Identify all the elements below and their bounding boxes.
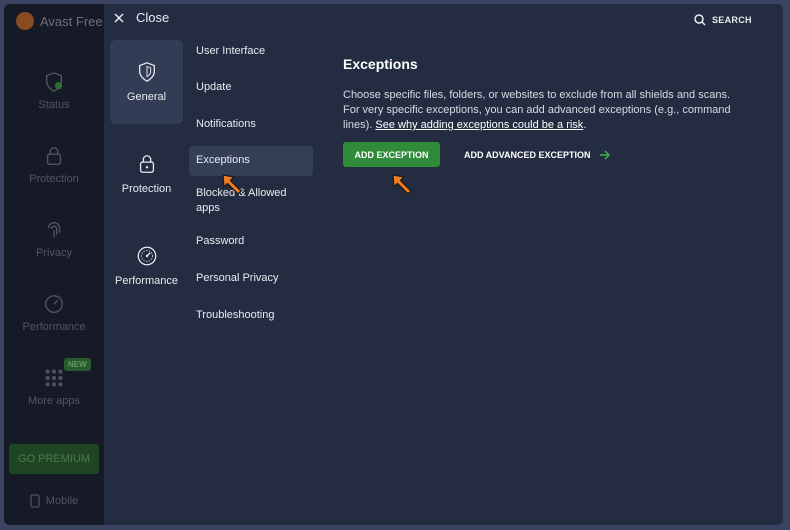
go-premium-button: GO PREMIUM <box>9 444 99 474</box>
background-sidebar: Avast Free A Status Protection Privacy P… <box>4 4 114 525</box>
category-label: Performance <box>115 275 178 287</box>
settings-categories: General Protection Performance <box>110 40 183 316</box>
search-label: SEARCH <box>712 15 752 25</box>
close-icon <box>114 12 124 23</box>
bg-mobile-item: Mobile <box>4 494 104 508</box>
new-badge: NEW <box>64 358 91 371</box>
subnav-user-interface[interactable]: User Interface <box>189 36 313 66</box>
subnav-password[interactable]: Password <box>189 227 313 257</box>
mobile-label: Mobile <box>45 495 79 507</box>
grid-icon <box>45 369 63 387</box>
bg-nav-protection: Protection <box>4 128 104 202</box>
advanced-exception-label: ADD ADVANCED EXCEPTION <box>464 149 591 160</box>
arrow-right-icon <box>599 149 610 160</box>
speedometer-icon <box>45 295 63 313</box>
app-window: Avast Free A Status Protection Privacy P… <box>4 4 783 525</box>
background-nav: Status Protection Privacy Performance NE… <box>4 54 104 424</box>
bg-nav-label: Performance <box>22 321 86 333</box>
exception-actions: ADD EXCEPTION ADD ADVANCED EXCEPTION <box>343 142 743 167</box>
add-exception-button[interactable]: ADD EXCEPTION <box>343 142 440 167</box>
pointer-arrow-icon <box>222 174 242 195</box>
category-performance[interactable]: Performance <box>110 224 183 308</box>
speedometer-icon <box>137 246 156 266</box>
bg-nav-label: More apps <box>28 395 80 407</box>
lock-icon <box>46 147 62 165</box>
close-button[interactable]: Close <box>114 10 169 25</box>
lock-icon <box>139 155 154 173</box>
bg-nav-privacy: Privacy <box>4 202 104 276</box>
subnav-personal-privacy[interactable]: Personal Privacy <box>189 264 313 294</box>
page-title: Exceptions <box>343 56 418 72</box>
category-general[interactable]: General <box>110 40 183 124</box>
subnav-update[interactable]: Update <box>189 73 313 103</box>
avast-logo-icon <box>16 12 34 30</box>
background-app-title: Avast Free A <box>16 12 114 30</box>
bg-nav-label: Protection <box>29 173 79 185</box>
fingerprint-icon <box>47 222 61 238</box>
pointer-arrow-icon <box>392 174 412 195</box>
search-button[interactable]: SEARCH <box>694 14 752 26</box>
shield-check-icon <box>45 72 63 92</box>
search-icon <box>694 14 706 26</box>
exceptions-description: Choose specific files, folders, or websi… <box>343 88 743 133</box>
subnav-troubleshooting[interactable]: Troubleshooting <box>189 300 313 330</box>
category-protection[interactable]: Protection <box>110 132 183 216</box>
add-advanced-exception-button[interactable]: ADD ADVANCED EXCEPTION <box>464 150 611 160</box>
bg-nav-label: Privacy <box>35 247 73 259</box>
bg-nav-performance: Performance <box>4 276 104 350</box>
bg-nav-more-apps: NEW More apps <box>4 350 104 424</box>
subnav-blocked-allowed-apps[interactable]: Blocked & Allowed apps <box>189 182 313 220</box>
mobile-icon <box>30 494 40 508</box>
category-label: General <box>126 91 167 103</box>
shield-icon <box>138 62 155 82</box>
exceptions-content: Exceptions Choose specific files, folder… <box>343 56 743 167</box>
subnav-notifications[interactable]: Notifications <box>189 109 313 139</box>
link-suffix: . <box>583 119 587 131</box>
exceptions-risk-link[interactable]: See why adding exceptions could be a ris… <box>375 119 583 131</box>
close-label: Close <box>136 10 170 25</box>
bg-nav-status: Status <box>4 54 104 128</box>
subnav-exceptions[interactable]: Exceptions <box>189 145 313 176</box>
category-label: Protection <box>121 183 172 195</box>
general-subnav: User Interface Update Notifications Exce… <box>189 36 313 337</box>
bg-nav-label: Status <box>38 99 70 111</box>
